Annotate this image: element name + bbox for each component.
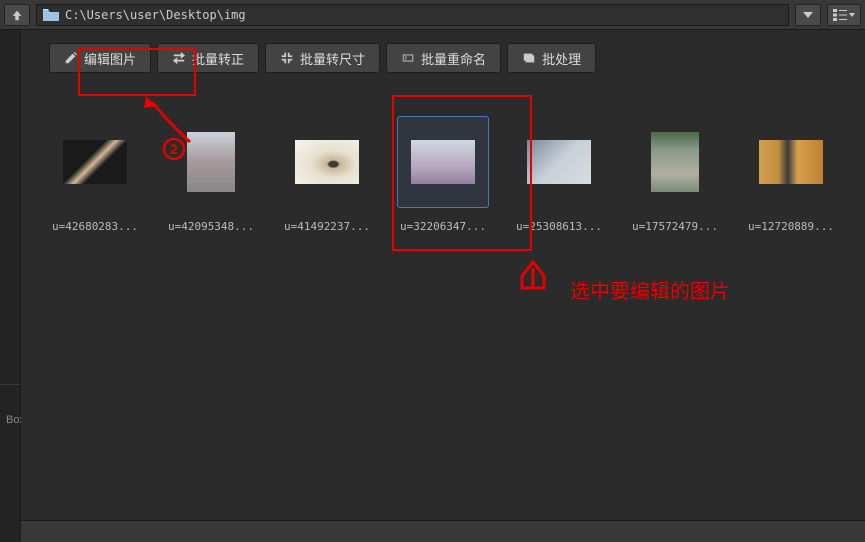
sidebar-divider [0, 384, 20, 385]
resize-icon [280, 51, 294, 65]
thumbnail-frame [397, 116, 489, 208]
convert-icon [172, 51, 186, 65]
thumbnail-frame [165, 116, 257, 208]
thumbnail-item[interactable]: u=41492237... [277, 116, 377, 233]
rename-icon [401, 51, 415, 65]
thumbnail-grid: u=42680283... u=42095348... u=41492237... u… [21, 86, 865, 263]
thumbnail-label: u=42095348... [161, 220, 261, 233]
batch-convert-label: 批量转正 [192, 49, 244, 68]
thumbnail-image [187, 132, 235, 192]
thumbnail-item[interactable]: u=42095348... [161, 116, 261, 233]
thumbnail-label: u=32206347... [393, 220, 493, 233]
thumbnail-label: u=17572479... [625, 220, 725, 233]
path-text: C:\Users\user\Desktop\img [65, 8, 246, 22]
edit-image-button[interactable]: 编辑图片 [49, 43, 151, 73]
thumbnail-image [411, 140, 475, 184]
batch-rename-button[interactable]: 批量重命名 [386, 43, 501, 73]
thumbnail-image [295, 140, 359, 184]
top-bar: C:\Users\user\Desktop\img [0, 0, 865, 30]
thumbnail-label: u=25308613... [509, 220, 609, 233]
thumbnail-frame [281, 116, 373, 208]
view-options-button[interactable] [827, 4, 861, 26]
thumbnail-label: u=42680283... [45, 220, 145, 233]
up-button[interactable] [4, 4, 30, 26]
thumbnail-item[interactable]: u=17572479... [625, 116, 725, 233]
thumbnail-image [527, 140, 591, 184]
batch-resize-button[interactable]: 批量转尺寸 [265, 43, 380, 73]
folder-icon [43, 8, 59, 22]
thumbnail-item[interactable]: u=25308613... [509, 116, 609, 233]
path-bar[interactable]: C:\Users\user\Desktop\img [36, 4, 789, 26]
path-dropdown[interactable] [795, 4, 821, 26]
batch-resize-label: 批量转尺寸 [300, 49, 365, 68]
thumbnail-frame [513, 116, 605, 208]
thumbnail-frame [49, 116, 141, 208]
status-bar [21, 520, 865, 542]
thumbnail-image [651, 132, 699, 192]
thumbnail-frame [629, 116, 721, 208]
batch-convert-button[interactable]: 批量转正 [157, 43, 259, 73]
batch-process-label: 批处理 [542, 49, 581, 68]
thumbnail-label: u=41492237... [277, 220, 377, 233]
content-area: 编辑图片 批量转正 批量转尺寸 批量重命名 批处理 u=42680283...u… [21, 30, 865, 542]
batch-process-button[interactable]: 批处理 [507, 43, 596, 73]
batch-rename-label: 批量重命名 [421, 49, 486, 68]
thumbnail-item[interactable]: u=12720889... [741, 116, 841, 233]
thumbnail-item[interactable]: u=32206347... [393, 116, 493, 233]
toolbar: 编辑图片 批量转正 批量转尺寸 批量重命名 批处理 [21, 30, 865, 86]
main-area: Box 编辑图片 批量转正 批量转尺寸 批量重命名 批处理 [0, 30, 865, 542]
thumbnail-image [63, 140, 127, 184]
thumbnail-label: u=12720889... [741, 220, 841, 233]
sidebar: Box [0, 30, 21, 542]
process-icon [522, 51, 536, 65]
edit-image-label: 编辑图片 [84, 49, 136, 68]
thumbnail-image [759, 140, 823, 184]
thumbnail-frame [745, 116, 837, 208]
thumbnail-item[interactable]: u=42680283... [45, 116, 145, 233]
pencil-icon [64, 51, 78, 65]
